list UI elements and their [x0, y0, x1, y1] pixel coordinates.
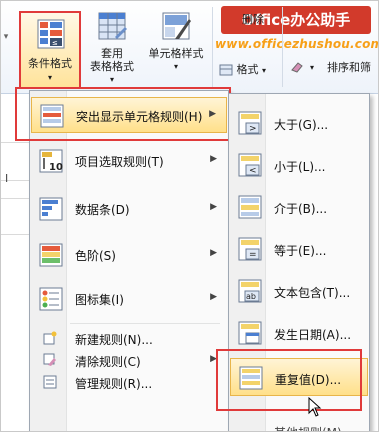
svg-text:=: = — [249, 250, 257, 260]
table-format-label: 表格格式 — [90, 60, 134, 73]
grid-line — [1, 142, 31, 143]
format-as-table-button[interactable]: 套用 表格格式 ▾ — [87, 11, 137, 86]
cell-style-icon — [162, 12, 191, 40]
watermark-url: www.officezhushou.com — [215, 37, 379, 51]
chevron-right-icon: ▶ — [210, 292, 217, 302]
menu-item-label: 色阶(S) — [75, 249, 116, 263]
mouse-pointer-icon — [308, 397, 322, 417]
menu-item-highlight-cells[interactable]: 突出显示单元格规则(H) ▶ — [31, 97, 227, 133]
svg-text:<: < — [249, 166, 257, 176]
cell-styles-button[interactable]: 单元格样式 ▾ — [144, 11, 208, 73]
less-than-icon: < — [238, 153, 262, 177]
menu-item-label: 图标集(I) — [75, 293, 124, 307]
new-rule-icon — [43, 331, 57, 345]
menu-item-color-scales[interactable]: 色阶(S) ▶ — [31, 237, 227, 273]
delete-label: 删除 — [242, 13, 264, 26]
menu-item-top-bottom-rules[interactable]: 10 项目选取规则(T) ▶ — [31, 143, 227, 179]
svg-text:≤: ≤ — [52, 39, 58, 47]
chevron-down-icon: ▾ — [109, 75, 114, 84]
clear-button[interactable] — [287, 61, 307, 76]
highlight-cells-icon — [40, 104, 64, 128]
icon-sets-icon — [39, 287, 63, 311]
submenu-item-label: 文本包含(T)... — [274, 286, 351, 300]
chevron-right-icon: ▶ — [210, 354, 217, 364]
submenu-item-label: 其他规则(M)... — [274, 424, 353, 431]
calendar-icon — [238, 321, 262, 345]
svg-text:>: > — [249, 124, 257, 134]
ribbon-separator — [212, 7, 213, 87]
clear-rules-icon — [43, 353, 56, 366]
menu-item-data-bars[interactable]: 数据条(D) ▶ — [31, 191, 227, 227]
ribbon-separator — [282, 7, 283, 87]
submenu-item-label: 重复值(D)... — [275, 373, 342, 387]
excel-window: ▾ ≤ 条件格式 ▾ 套用 表格格式 ▾ 单元格样式 ▾ Office办公助手 … — [0, 0, 379, 432]
submenu-item-more-rules[interactable]: 其他规则(M)... — [230, 410, 368, 431]
menu-item-clear-rules[interactable]: 清除规则(C) ▶ — [31, 349, 227, 371]
menu-item-manage-rules[interactable]: 管理规则(R)... — [31, 371, 227, 393]
equal-to-icon: = — [238, 237, 262, 261]
ribbon: ▾ ≤ 条件格式 ▾ 套用 表格格式 ▾ 单元格样式 ▾ Office办公助手 … — [1, 1, 378, 94]
chevron-right-icon: ▶ — [210, 154, 217, 164]
submenu-item-greater-than[interactable]: > 大于(G)... — [230, 104, 368, 142]
chevron-right-icon: ▶ — [210, 202, 217, 212]
menu-item-icon-sets[interactable]: 图标集(I) ▶ — [31, 281, 227, 317]
sort-filter-button[interactable]: 排序和筛 — [319, 61, 378, 74]
menu-item-label: 突出显示单元格规则(H) — [76, 110, 203, 124]
format-button[interactable]: 格式 ▾ — [219, 61, 275, 77]
grid-line — [1, 198, 31, 199]
menu-item-label: 数据条(D) — [75, 203, 130, 217]
table-format-icon — [98, 12, 127, 40]
conditional-format-label: 条件格式 — [28, 57, 72, 70]
duplicate-values-icon — [239, 366, 263, 390]
chevron-right-icon: ▶ — [210, 248, 217, 258]
menu-item-label: 项目选取规则(T) — [75, 155, 164, 169]
delete-button[interactable]: 删除 — [233, 13, 273, 26]
submenu-item-between[interactable]: 介于(B)... — [230, 188, 368, 226]
menu-separator — [70, 323, 220, 324]
between-icon — [238, 195, 262, 219]
conditional-format-icon: ≤ — [37, 19, 65, 49]
chevron-down-icon: ▾ — [309, 63, 314, 72]
submenu-item-label: 发生日期(A)... — [274, 328, 352, 342]
submenu-item-text-contains[interactable]: ab 文本包含(T)... — [230, 272, 368, 310]
ribbon-left-edge: ▾ — [3, 32, 9, 42]
submenu-item-label: 小于(L)... — [274, 160, 326, 174]
chevron-right-icon: ▶ — [209, 109, 216, 119]
eraser-icon — [291, 62, 303, 73]
submenu-item-duplicate-values[interactable]: 重复值(D)... — [230, 358, 368, 396]
chevron-down-icon: ▾ — [173, 62, 178, 71]
svg-text:10: 10 — [49, 162, 63, 173]
cell-style-label: 单元格样式 — [148, 47, 204, 60]
submenu-item-less-than[interactable]: < 小于(L)... — [230, 146, 368, 184]
conditional-format-button[interactable]: ≤ 条件格式 ▾ — [19, 11, 81, 89]
submenu-item-label: 等于(E)... — [274, 244, 327, 258]
text-contains-icon: ab — [238, 279, 262, 303]
data-bars-icon — [39, 197, 63, 221]
sort-filter-label: 排序和筛 — [327, 61, 371, 74]
menu-item-label: 管理规则(R)... — [75, 377, 153, 391]
greater-than-icon: > — [238, 111, 262, 135]
apply-label: 套用 — [101, 47, 123, 60]
top-bottom-icon: 10 — [39, 149, 63, 173]
menu-item-label: 新建规则(N)... — [75, 333, 153, 347]
submenu-item-label: 介于(B)... — [274, 202, 328, 216]
submenu-item-equal-to[interactable]: = 等于(E)... — [230, 230, 368, 268]
grid-line — [1, 234, 31, 235]
color-scales-icon — [39, 243, 63, 267]
format-icon — [219, 64, 233, 76]
menu-item-new-rule[interactable]: 新建规则(N)... — [31, 327, 227, 349]
manage-rules-icon — [43, 375, 57, 389]
format-label: 格式 — [236, 63, 259, 76]
submenu-item-date-occurring[interactable]: 发生日期(A)... — [230, 314, 368, 352]
svg-text:ab: ab — [246, 292, 256, 301]
highlight-cells-submenu: > 大于(G)... < 小于(L)... 介于(B)... = 等于(E)..… — [228, 93, 370, 431]
column-header-label: I — [5, 172, 9, 185]
submenu-item-label: 大于(G)... — [274, 118, 329, 132]
chevron-down-icon: ▾ — [47, 73, 52, 82]
chevron-down-icon: ▾ — [262, 66, 267, 75]
menu-item-label: 清除规则(C) — [75, 355, 141, 369]
conditional-format-menu: 突出显示单元格规则(H) ▶ 10 项目选取规则(T) ▶ 数据条(D) ▶ 色… — [29, 90, 229, 431]
